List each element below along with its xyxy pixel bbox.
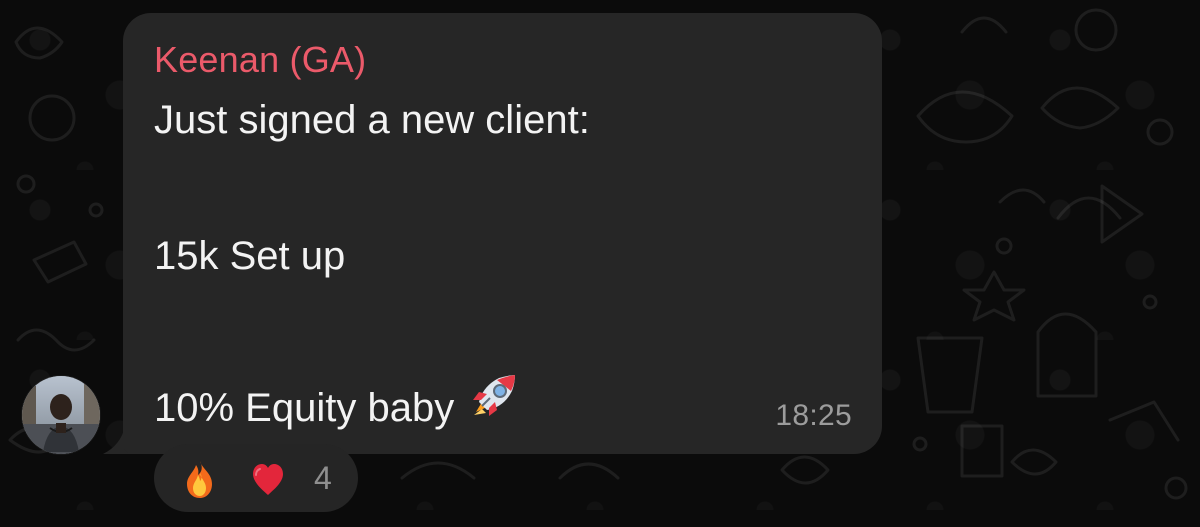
message-bubble[interactable]: Keenan (GA) Just signed a new client: 15…: [123, 13, 882, 454]
message-line-1: Just signed a new client:: [154, 98, 590, 142]
reaction-bar[interactable]: 4: [154, 444, 358, 512]
fire-icon[interactable]: [178, 457, 222, 501]
sender-avatar[interactable]: [22, 376, 100, 454]
message-text: Just signed a new client: 15k Set up 10%…: [154, 97, 844, 437]
message-line-5: 10% Equity baby: [154, 369, 844, 437]
message-line-2: [154, 165, 844, 233]
sender-name[interactable]: Keenan (GA): [154, 39, 366, 81]
message-row: Keenan (GA) Just signed a new client: 15…: [0, 0, 1200, 522]
avatar-photo-icon: [22, 376, 100, 454]
message-line-4: [154, 301, 844, 369]
message-timestamp: 18:25: [775, 399, 852, 432]
reaction-count: 4: [314, 460, 332, 496]
heart-icon[interactable]: [246, 457, 290, 501]
message-line-5-text: 10% Equity baby: [154, 386, 455, 430]
message-line-3: 15k Set up: [154, 234, 346, 278]
rocket-icon: [473, 375, 516, 416]
